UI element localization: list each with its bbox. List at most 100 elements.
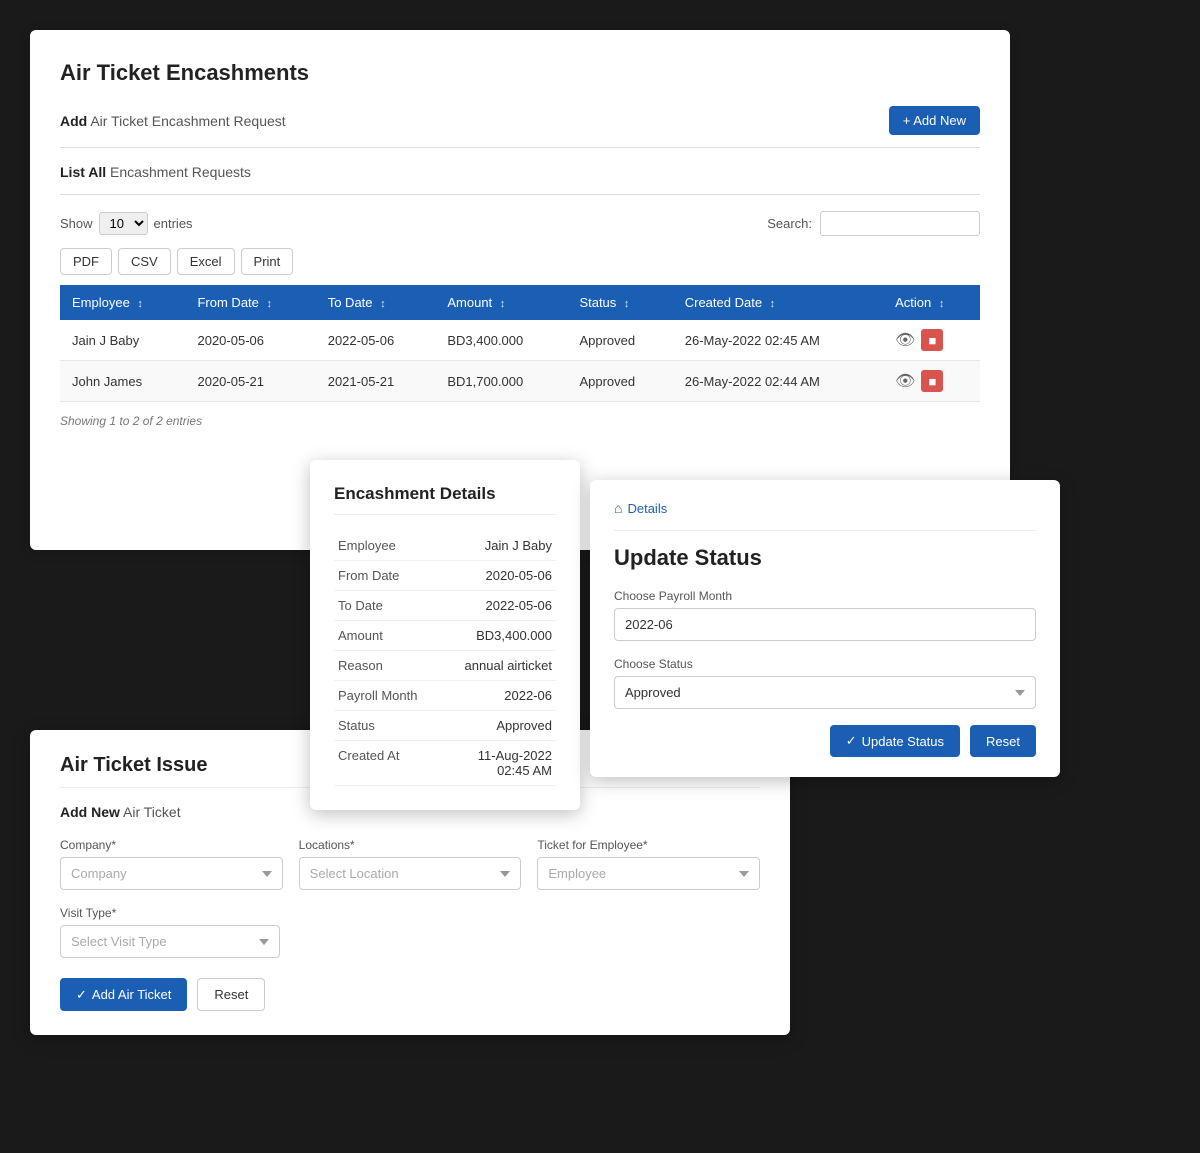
cell-employee: Jain J Baby (60, 320, 185, 361)
cell-status: Approved (567, 320, 672, 361)
col-amount[interactable]: Amount ↕ (435, 285, 567, 320)
search-label: Search: (767, 216, 812, 231)
col-created-date[interactable]: Created Date ↕ (673, 285, 883, 320)
cell-amount: BD3,400.000 (435, 320, 567, 361)
detail-label: To Date (334, 591, 445, 621)
checkmark-icon: ✓ (846, 733, 857, 749)
add-description: Air Ticket Encashment Request (90, 113, 285, 129)
view-icon[interactable]: 👁 (895, 330, 915, 350)
cell-to-date: 2022-05-06 (316, 320, 436, 361)
encashment-details-title: Encashment Details (334, 484, 556, 515)
locations-col: Locations* Select Location (299, 838, 522, 890)
col-employee[interactable]: Employee ↕ (60, 285, 185, 320)
add-new-label-bold: Add New (60, 804, 120, 820)
cell-created-date: 26-May-2022 02:45 AM (673, 320, 883, 361)
entries-suffix: entries (154, 216, 193, 231)
detail-row: Reason annual airticket (334, 651, 556, 681)
sort-icon-employee: ↕ (137, 298, 143, 310)
detail-row: To Date 2022-05-06 (334, 591, 556, 621)
entries-select[interactable]: 10 25 50 (99, 212, 148, 235)
table-row: Jain J Baby 2020-05-06 2022-05-06 BD3,40… (60, 320, 980, 361)
detail-value: Approved (445, 711, 556, 741)
detail-label: Reason (334, 651, 445, 681)
detail-table: Employee Jain J Baby From Date 2020-05-0… (334, 531, 556, 786)
export-buttons: PDF CSV Excel Print (60, 248, 980, 275)
csv-button[interactable]: CSV (118, 248, 171, 275)
cell-from-date: 2020-05-06 (185, 320, 315, 361)
detail-label: Amount (334, 621, 445, 651)
col-status[interactable]: Status ↕ (567, 285, 672, 320)
search-box: Search: (767, 211, 980, 236)
detail-row: Employee Jain J Baby (334, 531, 556, 561)
detail-value: Jain J Baby (445, 531, 556, 561)
detail-label: Payroll Month (334, 681, 445, 711)
col-action: Action ↕ (883, 285, 980, 320)
breadcrumb[interactable]: ⌂ Details (614, 500, 1036, 516)
employee-select[interactable]: Employee (537, 857, 760, 890)
locations-select[interactable]: Select Location (299, 857, 522, 890)
detail-value: annual airticket (445, 651, 556, 681)
detail-value: BD3,400.000 (445, 621, 556, 651)
cell-action: 👁 ■ (883, 320, 980, 361)
table-header-row: Employee ↕ From Date ↕ To Date ↕ Amount … (60, 285, 980, 320)
breadcrumb-text: Details (627, 501, 667, 516)
employee-label: Ticket for Employee* (537, 838, 760, 852)
delete-button[interactable]: ■ (921, 370, 943, 392)
payroll-month-input[interactable] (614, 608, 1036, 641)
sort-icon-action: ↕ (939, 298, 945, 310)
air-ticket-buttons: ✓ Add Air Ticket Reset (60, 978, 760, 1011)
cell-status: Approved (567, 361, 672, 402)
table-controls: Show 10 25 50 entries Search: (60, 211, 980, 236)
visit-type-row: Visit Type* Select Visit Type (60, 906, 760, 958)
detail-row: Payroll Month 2022-06 (334, 681, 556, 711)
add-new-button[interactable]: + Add New (889, 106, 980, 135)
cell-employee: John James (60, 361, 185, 402)
delete-button[interactable]: ■ (921, 329, 943, 351)
detail-label: Created At (334, 741, 445, 786)
show-entries: Show 10 25 50 entries (60, 212, 193, 235)
show-label: Show (60, 216, 93, 231)
visit-type-select[interactable]: Select Visit Type (60, 925, 280, 958)
detail-row: Created At 11-Aug-2022 02:45 AM (334, 741, 556, 786)
col-from-date[interactable]: From Date ↕ (185, 285, 315, 320)
detail-label: Status (334, 711, 445, 741)
update-status-title: Update Status (614, 545, 1036, 571)
print-button[interactable]: Print (241, 248, 294, 275)
detail-row: Amount BD3,400.000 (334, 621, 556, 651)
sort-icon-amount: ↕ (500, 298, 506, 310)
company-select[interactable]: Company (60, 857, 283, 890)
add-section-header: Add Air Ticket Encashment Request + Add … (60, 106, 980, 148)
detail-value: 11-Aug-2022 02:45 AM (445, 741, 556, 786)
detail-value: 2022-06 (445, 681, 556, 711)
page-title: Air Ticket Encashments (60, 60, 980, 86)
locations-label: Locations* (299, 838, 522, 852)
showing-text: Showing 1 to 2 of 2 entries (60, 414, 980, 428)
excel-button[interactable]: Excel (177, 248, 235, 275)
pdf-button[interactable]: PDF (60, 248, 112, 275)
cell-from-date: 2020-05-21 (185, 361, 315, 402)
col-to-date[interactable]: To Date ↕ (316, 285, 436, 320)
view-icon[interactable]: 👁 (895, 371, 915, 391)
update-status-button[interactable]: ✓ Update Status (830, 725, 960, 757)
detail-label: Employee (334, 531, 445, 561)
payroll-month-group: Choose Payroll Month (614, 589, 1036, 641)
choose-status-label: Choose Status (614, 657, 1036, 671)
table-row: John James 2020-05-21 2021-05-21 BD1,700… (60, 361, 980, 402)
cell-action: 👁 ■ (883, 361, 980, 402)
detail-row: From Date 2020-05-06 (334, 561, 556, 591)
add-air-ticket-button[interactable]: ✓ Add Air Ticket (60, 978, 187, 1011)
detail-value: 2022-05-06 (445, 591, 556, 621)
reset-button[interactable]: Reset (970, 725, 1036, 757)
checkmark-icon-ticket: ✓ (76, 987, 87, 1003)
detail-value: 2020-05-06 (445, 561, 556, 591)
visit-type-label: Visit Type* (60, 906, 760, 920)
company-col: Company* Company (60, 838, 283, 890)
detail-label: From Date (334, 561, 445, 591)
list-label: List All (60, 164, 106, 180)
reset-ticket-button[interactable]: Reset (197, 978, 265, 1011)
sort-icon-created-date: ↕ (770, 298, 776, 310)
list-section: List All Encashment Requests (60, 164, 980, 195)
sort-icon-from-date: ↕ (267, 298, 273, 310)
search-input[interactable] (820, 211, 980, 236)
status-select[interactable]: Approved Pending Rejected (614, 676, 1036, 709)
